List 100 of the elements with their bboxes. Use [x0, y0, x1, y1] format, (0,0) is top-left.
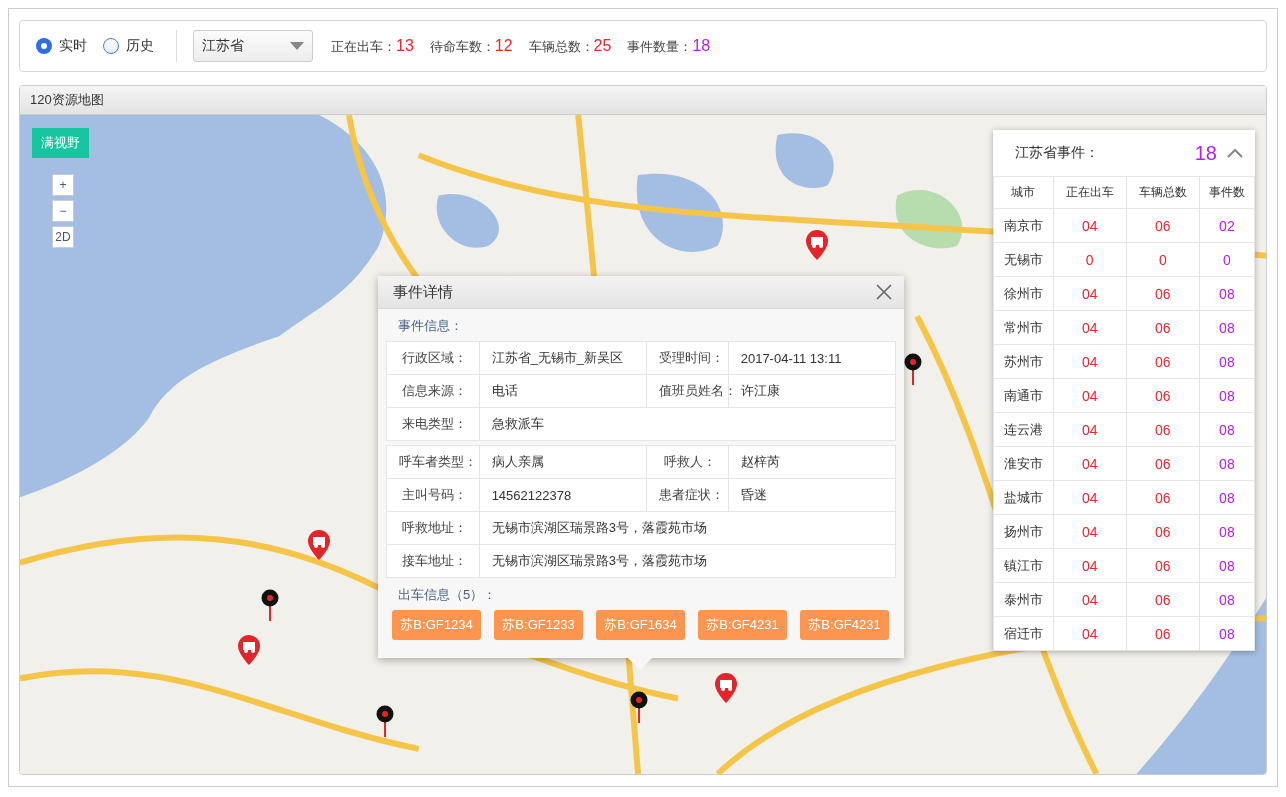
zoom-control[interactable]: + [52, 174, 74, 196]
field-value: 病人亲属 [479, 445, 647, 479]
field-label: 患者症状： [646, 478, 729, 512]
table-cell: 08 [1199, 412, 1255, 447]
popup-title: 事件详情 [393, 282, 453, 302]
table-cell: 04 [1053, 344, 1127, 379]
stat-value: 12 [494, 36, 513, 55]
table-cell: 06 [1126, 276, 1200, 311]
field-label: 呼救地址： [386, 511, 480, 545]
table-cell: 06 [1126, 378, 1200, 413]
section-label: 事件信息： [398, 317, 464, 335]
column-header: 城市 [993, 176, 1054, 209]
map-pin-icon [376, 705, 394, 737]
table-cell: 08 [1199, 446, 1255, 481]
stat-value: 25 [593, 36, 612, 55]
table-cell: 04 [1053, 412, 1127, 447]
stat-label: 车辆总数： [528, 37, 594, 56]
table-cell: 04 [1053, 208, 1127, 243]
table-cell: 08 [1199, 548, 1255, 583]
radio-option[interactable]: 历史 [103, 37, 154, 55]
table-cell: 泰州市 [993, 582, 1054, 617]
table-cell: 02 [1199, 208, 1255, 243]
table-cell: 06 [1126, 310, 1200, 345]
province-select[interactable]: 江苏省 [193, 30, 313, 62]
table-cell: 盐城市 [993, 480, 1054, 515]
table-cell: 08 [1199, 276, 1255, 311]
field-label: 呼车者类型： [386, 445, 480, 479]
table-cell: 0 [1126, 242, 1200, 277]
table-cell: 南京市 [993, 208, 1054, 243]
ambulance-pin-icon [806, 230, 828, 260]
table-cell: 扬州市 [993, 514, 1054, 549]
table-cell: 06 [1126, 616, 1200, 651]
table-cell: 苏州市 [993, 344, 1054, 379]
table-cell: 04 [1053, 276, 1127, 311]
table-cell: 06 [1126, 548, 1200, 583]
event-count: 18 [1194, 141, 1217, 165]
table-cell: 镇江市 [993, 548, 1054, 583]
field-value: 2017-04-11 13:11 [728, 341, 896, 375]
field-label: 来电类型： [386, 407, 480, 441]
table-cell: 常州市 [993, 310, 1054, 345]
zoom-control[interactable]: 2D [52, 226, 74, 248]
table-cell: 08 [1199, 378, 1255, 413]
table-cell: 淮安市 [993, 446, 1054, 481]
field-value: 急救派车 [479, 407, 896, 441]
column-header: 车辆总数 [1126, 176, 1200, 209]
table-cell: 06 [1126, 446, 1200, 481]
table-cell: 0 [1199, 242, 1255, 277]
table-cell: 06 [1126, 514, 1200, 549]
field-label: 受理时间： [646, 341, 729, 375]
stat-label: 待命车数： [429, 37, 495, 56]
chevron-up-icon[interactable] [1227, 148, 1243, 158]
field-value: 无锡市滨湖区瑞景路3号，落霞苑市场 [479, 511, 896, 545]
panel-title: 120资源地图 [20, 86, 1266, 115]
radio-option[interactable]: 实时 [36, 37, 87, 55]
table-cell: 06 [1126, 344, 1200, 379]
ambulance-pin-icon [308, 530, 330, 560]
ambulance-pin-icon [715, 673, 737, 703]
stat-value: 13 [396, 36, 414, 55]
table-cell: 连云港 [993, 412, 1054, 447]
table-cell: 08 [1199, 582, 1255, 617]
table-cell: 04 [1053, 548, 1127, 583]
column-header: 事件数 [1199, 176, 1255, 209]
table-cell: 08 [1199, 480, 1255, 515]
table-cell: 无锡市 [993, 242, 1054, 277]
table-cell: 0 [1053, 242, 1127, 277]
caret-icon [290, 42, 304, 50]
table-cell: 06 [1126, 480, 1200, 515]
field-label: 信息来源： [386, 374, 480, 408]
map-pin-icon [261, 589, 279, 621]
table-cell: 08 [1199, 310, 1255, 345]
field-value: 江苏省_无锡市_新吴区 [479, 341, 647, 375]
table-cell: 08 [1199, 344, 1255, 379]
table-cell: 08 [1199, 514, 1255, 549]
stat-label: 事件数量： [627, 37, 693, 56]
close-icon[interactable] [876, 284, 892, 300]
stat-label: 正在出车： [331, 37, 396, 56]
table-cell: 08 [1199, 616, 1255, 651]
field-value: 赵梓芮 [728, 445, 896, 479]
field-label: 接车地址： [386, 544, 480, 578]
table-cell: 06 [1126, 412, 1200, 447]
table-cell: 06 [1126, 582, 1200, 617]
table-cell: 南通市 [993, 378, 1054, 413]
panel-title: 江苏省事件： [1015, 144, 1100, 162]
ambulance-pin-icon [238, 635, 260, 665]
table-cell: 04 [1053, 446, 1127, 481]
table-cell: 04 [1053, 480, 1127, 515]
field-value: 昏迷 [728, 478, 896, 512]
column-header: 正在出车 [1053, 176, 1127, 209]
field-label: 行政区域： [386, 341, 480, 375]
stat-value: 18 [692, 36, 711, 55]
table-cell: 04 [1053, 514, 1127, 549]
field-value: 14562122378 [479, 478, 647, 512]
table-cell: 宿迁市 [993, 616, 1054, 651]
field-value: 电话 [479, 374, 647, 408]
table-cell: 04 [1053, 378, 1127, 413]
zoom-control[interactable]: − [52, 200, 74, 222]
field-label: 主叫号码： [386, 478, 480, 512]
table-cell: 04 [1053, 616, 1127, 651]
table-cell: 06 [1126, 208, 1200, 243]
field-value: 无锡市滨湖区瑞景路3号，落霞苑市场 [479, 544, 896, 578]
